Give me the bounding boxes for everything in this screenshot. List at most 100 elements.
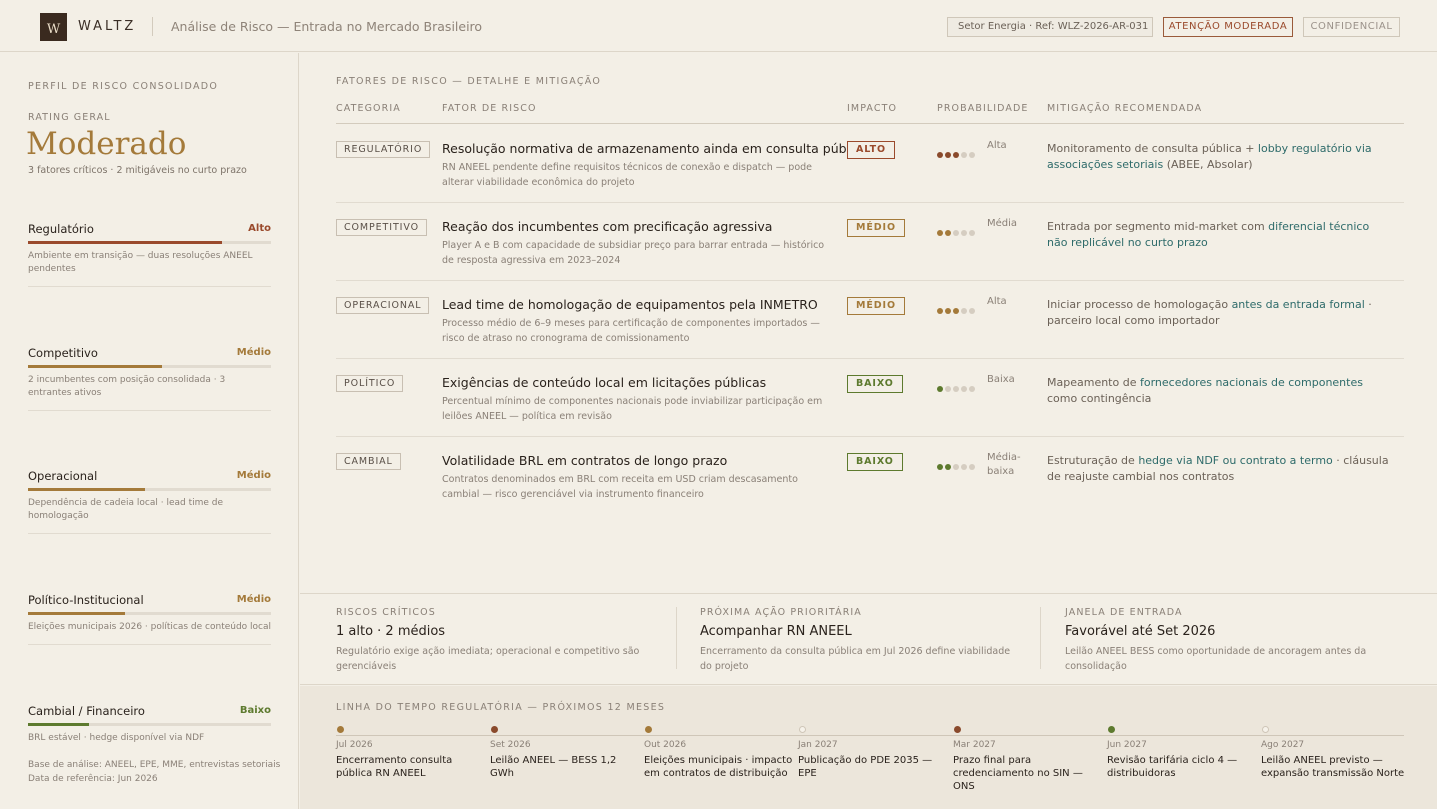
overall-rating: Moderado <box>26 126 187 162</box>
category-bar-fill <box>28 365 162 368</box>
summary-value: Acompanhar RN ANEEL <box>700 624 852 639</box>
table-row[interactable]: CAMBIAL Volatilidade BRL em contratos de… <box>336 437 1404 515</box>
category-bar-fill <box>28 488 145 491</box>
column-header-impact: IMPACTO <box>847 103 898 114</box>
risk-category-cambial[interactable]: Cambial / Financeiro Baixo BRL estável ·… <box>28 704 271 745</box>
brand-name: WALTZ <box>78 19 137 34</box>
risk-title: Volatilidade BRL em contratos de longo p… <box>442 453 728 468</box>
category-name: Competitivo <box>28 346 98 360</box>
event-date: Set 2026 <box>490 740 531 750</box>
prob-dot <box>937 386 943 392</box>
prob-dot <box>945 464 951 470</box>
risk-category-politico[interactable]: Político-Institucional Médio Eleições mu… <box>28 593 271 645</box>
probability-dots <box>937 377 977 392</box>
summary-label: JANELA DE ENTRADA <box>1065 607 1183 618</box>
mit-text: Iniciar processo de homologação <box>1047 298 1232 311</box>
summary-value: 1 alto · 2 médios <box>336 624 446 639</box>
category-name: Político-Institucional <box>28 593 144 607</box>
risk-desc: Player A e B com capacidade de subsidiar… <box>442 240 825 266</box>
risk-desc: Contratos denominados em BRL com receita… <box>442 474 798 500</box>
event-text: Encerramento consulta pública RN ANEEL <box>336 755 453 779</box>
table-row[interactable]: POLÍTICO Exigências de conteúdo local em… <box>336 359 1404 437</box>
timeline-event[interactable]: Out 2026 Eleições municipais · impacto e… <box>644 726 794 780</box>
timeline-event[interactable]: Jan 2027 Publicação do PDE 2035 — EPE <box>798 726 948 780</box>
prob-dot <box>953 386 959 392</box>
risk-category-regulatorio[interactable]: Regulatório Alto Ambiente em transição —… <box>28 222 271 287</box>
timeline-dot <box>799 726 806 733</box>
prob-dot <box>969 152 975 158</box>
sector-ref-tag: Setor Energia · Ref: WLZ-2026-AR-031 <box>947 17 1153 37</box>
timeline-dot <box>645 726 652 733</box>
summary-desc: Leilão ANEEL BESS como oportunidade de a… <box>1065 646 1367 672</box>
timeline-event[interactable]: Set 2026 Leilão ANEEL — BESS 1,2 GWh <box>490 726 640 780</box>
event-text: Eleições municipais · impacto em contrat… <box>644 755 793 779</box>
category-tag: CAMBIAL <box>336 453 401 470</box>
sidebar-title: PERFIL DE RISCO CONSOLIDADO <box>28 81 219 92</box>
category-bar-fill <box>28 612 126 615</box>
risk-category-competitivo[interactable]: Competitivo Médio 2 incumbentes com posi… <box>28 346 271 411</box>
risk-desc: Percentual mínimo de componentes naciona… <box>442 396 823 422</box>
mitigation-text: Estruturação de hedge via NDF ou contrat… <box>1047 453 1392 485</box>
category-tag: POLÍTICO <box>336 375 404 392</box>
probability-dots <box>937 455 977 470</box>
header-divider <box>152 17 153 36</box>
alert-badge: ATENÇÃO MODERADA <box>1163 17 1293 37</box>
mit-highlight: antes da entrada formal <box>1231 298 1365 311</box>
category-bar-fill <box>28 241 223 244</box>
timeline-event[interactable]: Ago 2027 Leilão ANEEL previsto — expansã… <box>1261 726 1411 780</box>
category-divider <box>28 286 271 287</box>
event-date: Jun 2027 <box>1107 740 1147 750</box>
timeline-title: LINHA DO TEMPO REGULATÓRIA — PRÓXIMOS 12… <box>336 702 666 713</box>
prob-dot <box>953 464 959 470</box>
category-desc: BRL estável · hedge disponível via NDF <box>28 733 205 743</box>
category-tag: REGULATÓRIO <box>336 141 431 158</box>
timeline-event[interactable]: Jun 2027 Revisão tarifária ciclo 4 — dis… <box>1107 726 1257 780</box>
prob-dot <box>937 464 943 470</box>
probability-label: Média-baixa <box>987 452 1021 477</box>
category-bar-fill <box>28 723 89 726</box>
waltz-logo[interactable]: W <box>40 13 67 41</box>
mitigation-text: Entrada por segmento mid-market com dife… <box>1047 219 1392 251</box>
prob-dot <box>961 152 967 158</box>
summary-desc: Regulatório exige ação imediata; operaci… <box>336 646 640 672</box>
timeline-dot <box>1262 726 1269 733</box>
timeline-event[interactable]: Jul 2026 Encerramento consulta pública R… <box>336 726 486 780</box>
risk-factors-section: FATORES DE RISCO — DETALHE E MITIGAÇÃO C… <box>300 53 1437 593</box>
summary-label: RISCOS CRÍTICOS <box>336 607 436 618</box>
mitigation-text: Mapeamento de fornecedores nacionais de … <box>1047 375 1392 407</box>
table-row[interactable]: COMPETITIVO Reação dos incumbentes com p… <box>336 203 1404 281</box>
risk-desc: RN ANEEL pendente define requisitos técn… <box>442 162 813 188</box>
confidential-badge: CONFIDENCIAL <box>1303 17 1400 37</box>
timeline-dot <box>491 726 498 733</box>
risk-category-operacional[interactable]: Operacional Médio Dependência de cadeia … <box>28 469 271 534</box>
category-name: Operacional <box>28 469 98 483</box>
table-row[interactable]: REGULATÓRIO Resolução normativa de armaz… <box>336 125 1404 203</box>
page-title: Análise de Risco — Entrada no Mercado Br… <box>171 19 483 34</box>
timeline-event[interactable]: Mar 2027 Prazo final para credenciamento… <box>953 726 1103 793</box>
analysis-base: Base de análise: ANEEL, EPE, MME, entrev… <box>28 760 281 770</box>
section-title: FATORES DE RISCO — DETALHE E MITIGAÇÃO <box>336 76 602 87</box>
summary-divider <box>1040 607 1041 669</box>
regulatory-timeline: LINHA DO TEMPO REGULATÓRIA — PRÓXIMOS 12… <box>300 686 1437 809</box>
risk-title: Reação dos incumbentes com precificação … <box>442 219 773 234</box>
summary-critical-risks: RISCOS CRÍTICOS 1 alto · 2 médios Regula… <box>336 607 656 674</box>
risk-profile-sidebar: PERFIL DE RISCO CONSOLIDADO RATING GERAL… <box>0 53 299 809</box>
column-header-factor: FATOR DE RISCO <box>442 103 537 114</box>
prob-dot <box>953 152 959 158</box>
impact-badge: BAIXO <box>847 375 903 393</box>
sidebar-footer: Base de análise: ANEEL, EPE, MME, entrev… <box>28 758 280 786</box>
probability-label: Média <box>987 218 1018 229</box>
category-desc: Dependência de cadeia local · lead time … <box>28 498 224 521</box>
probability-label: Baixa <box>987 374 1015 385</box>
column-header-mitigation: MITIGAÇÃO RECOMENDADA <box>1047 103 1203 114</box>
summary-label: PRÓXIMA AÇÃO PRIORITÁRIA <box>700 607 862 618</box>
column-header-category: CATEGORIA <box>336 103 401 114</box>
category-bar <box>28 723 271 726</box>
summary-strip: RISCOS CRÍTICOS 1 alto · 2 médios Regula… <box>300 593 1437 685</box>
summary-entry-window: JANELA DE ENTRADA Favorável até Set 2026… <box>1065 607 1385 674</box>
table-row[interactable]: OPERACIONAL Lead time de homologação de … <box>336 281 1404 359</box>
impact-badge: BAIXO <box>847 453 903 471</box>
reference-date: Data de referência: Jun 2026 <box>28 774 158 784</box>
category-level: Alto <box>248 223 271 234</box>
category-bar <box>28 488 271 491</box>
